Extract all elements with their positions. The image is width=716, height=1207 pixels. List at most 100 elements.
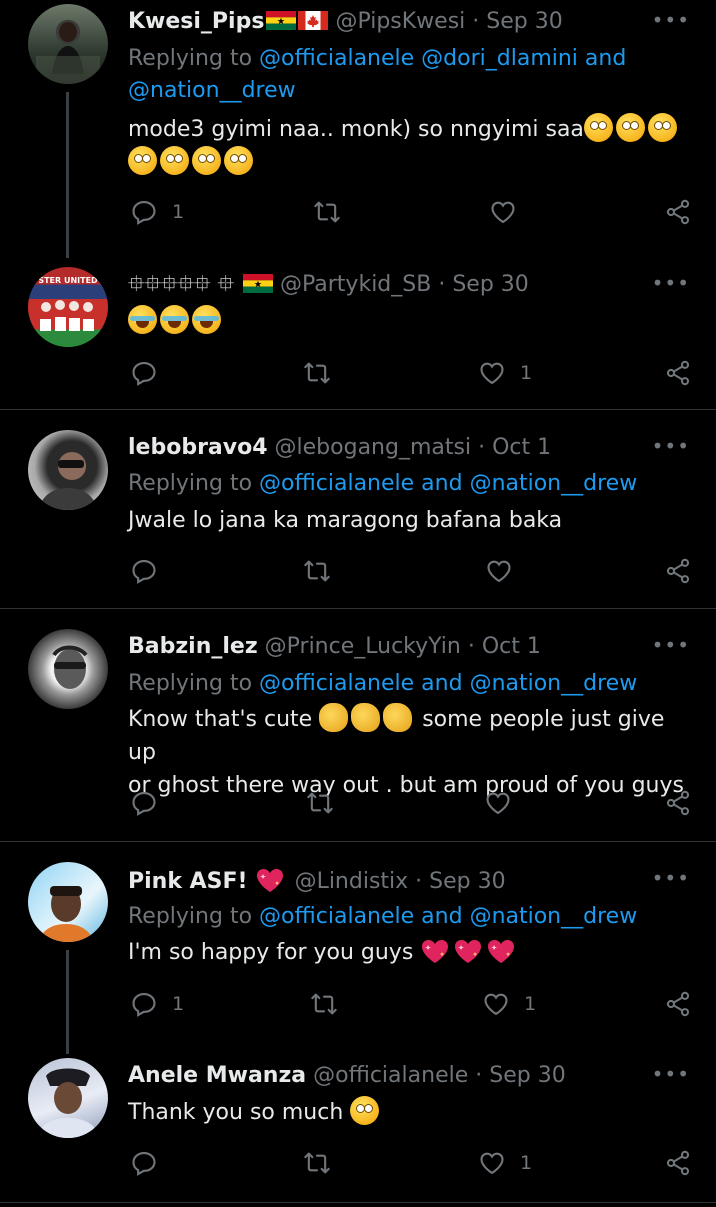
tweet[interactable]: Anele Mwanza @officialanele · Sep 30 •••… [0,1052,716,1202]
reply-button[interactable] [130,557,172,585]
share-button[interactable] [664,1149,692,1177]
reply-icon [130,557,158,585]
mention-link[interactable]: @dori_dlamini [421,46,578,71]
more-options-icon[interactable]: ••• [652,1062,690,1086]
reply-join: and [421,671,463,696]
retweet-button[interactable] [303,557,331,585]
reply-button[interactable] [130,789,172,817]
display-name[interactable]: lebobravo4 [128,435,268,460]
ok-hand-emoji [319,703,349,732]
like-button[interactable] [484,789,526,817]
like-button[interactable] [485,557,527,585]
handle[interactable]: @PipsKwesi [335,9,465,34]
share-button[interactable] [664,359,692,387]
separator: · [438,272,446,297]
share-button[interactable] [664,557,692,585]
avatar[interactable] [28,862,108,942]
avatar[interactable] [28,1058,108,1138]
handle[interactable]: @Prince_LuckyYin [265,634,461,659]
handle[interactable]: @Lindistix [295,869,409,894]
tweet-text-content: I'm so happy for you guys [128,940,414,965]
tweet-date[interactable]: Oct 1 [482,634,541,659]
mention-link[interactable]: @nation__drew [470,904,638,929]
handle[interactable]: @lebogang_matsi [275,435,472,460]
display-name[interactable]: Babzin_lez [128,634,258,659]
display-name[interactable]: ⯐⯐⯐⯐⯐ ⯐ [128,272,234,297]
more-options-icon[interactable]: ••• [652,866,690,890]
replying-to-label: Replying to [128,671,253,696]
reply-icon [130,990,158,1018]
tweet[interactable]: lebobravo4 @lebogang_matsi · Oct 1 ••• R… [0,410,716,608]
reply-join: and [421,904,463,929]
retweet-button[interactable] [310,990,338,1018]
tweet-date[interactable]: Sep 30 [452,272,528,297]
like-button[interactable]: 1 [478,1149,532,1177]
display-name[interactable]: Anele Mwanza [128,1063,306,1088]
share-button[interactable] [664,789,692,817]
retweet-button[interactable] [313,198,341,226]
retweet-icon [303,557,331,585]
mention-link[interactable]: @officialanele [259,671,414,696]
retweet-button[interactable] [303,359,331,387]
ghana-flag-icon [266,11,296,30]
tweet-date[interactable]: Sep 30 [429,869,505,894]
share-button[interactable] [664,198,692,226]
tweet[interactable]: Babzin_lez @Prince_LuckyYin · Oct 1 ••• … [0,609,716,841]
avatar[interactable] [28,629,108,709]
share-button[interactable] [664,990,692,1018]
mention-link[interactable]: @officialanele [259,904,414,929]
display-name[interactable]: Kwesi_Pips [128,9,264,34]
mention-link[interactable]: @officialanele [259,46,414,71]
avatar[interactable]: STER UNITED [28,267,108,347]
heart-icon [485,557,513,585]
display-name[interactable]: Pink ASF! [128,869,248,894]
tweet[interactable]: Pink ASF! @Lindistix · Sep 30 ••• Replyi… [0,842,716,1054]
like-count: 1 [520,1152,533,1174]
more-options-icon[interactable]: ••• [652,633,690,657]
share-icon [664,1149,692,1177]
tweet-date[interactable]: Sep 30 [489,1063,565,1088]
retweet-icon [303,1149,331,1177]
tweet[interactable]: Kwesi_Pips @PipsKwesi · Sep 30 ••• Reply… [0,0,716,258]
tweet-date[interactable]: Oct 1 [492,435,551,460]
tweet-text-content: Thank you so much [128,1100,344,1125]
rolling-eyes-emoji [615,113,645,142]
mention-link[interactable]: @officialanele [259,471,414,496]
like-button[interactable] [489,198,531,226]
rolling-eyes-emoji [192,146,221,175]
more-options-icon[interactable]: ••• [652,271,690,295]
tweet[interactable]: STER UNITED ⯐⯐⯐⯐⯐ ⯐ @Partykid_SB · Sep 3… [0,258,716,408]
reply-button[interactable]: 1 [130,198,184,226]
mention-link[interactable]: @nation__drew [470,671,638,696]
reply-button[interactable]: 1 [130,990,184,1018]
tweet-text: Jwale lo jana ka maragong bafana baka [128,508,563,533]
reply-icon [130,198,158,226]
more-options-icon[interactable]: ••• [652,8,690,32]
reply-join: and [421,471,463,496]
heart-icon [478,359,506,387]
tweet-text: I'm so happy for you guys [128,936,696,969]
like-button[interactable]: 1 [482,990,536,1018]
handle[interactable]: @Partykid_SB [280,272,431,297]
tweet-date[interactable]: Sep 30 [486,9,562,34]
clapping-hands-emoji [383,703,413,732]
reply-button[interactable] [130,359,172,387]
reply-button[interactable] [130,1149,172,1177]
mention-link[interactable]: @nation__drew [470,471,638,496]
retweet-icon [310,990,338,1018]
retweet-icon [306,789,334,817]
handle[interactable]: @officialanele [313,1063,468,1088]
retweet-button[interactable] [306,789,334,817]
share-icon [664,990,692,1018]
more-options-icon[interactable]: ••• [652,434,690,458]
avatar[interactable] [28,4,108,84]
separator: · [478,435,486,460]
avatar[interactable] [28,430,108,510]
rolling-eyes-emoji [583,113,613,142]
heart-icon [484,789,512,817]
retweet-button[interactable] [303,1149,331,1177]
like-button[interactable]: 1 [478,359,532,387]
replying-to-label: Replying to [128,904,253,929]
mention-link[interactable]: @nation__drew [128,78,296,103]
retweet-icon [313,198,341,226]
